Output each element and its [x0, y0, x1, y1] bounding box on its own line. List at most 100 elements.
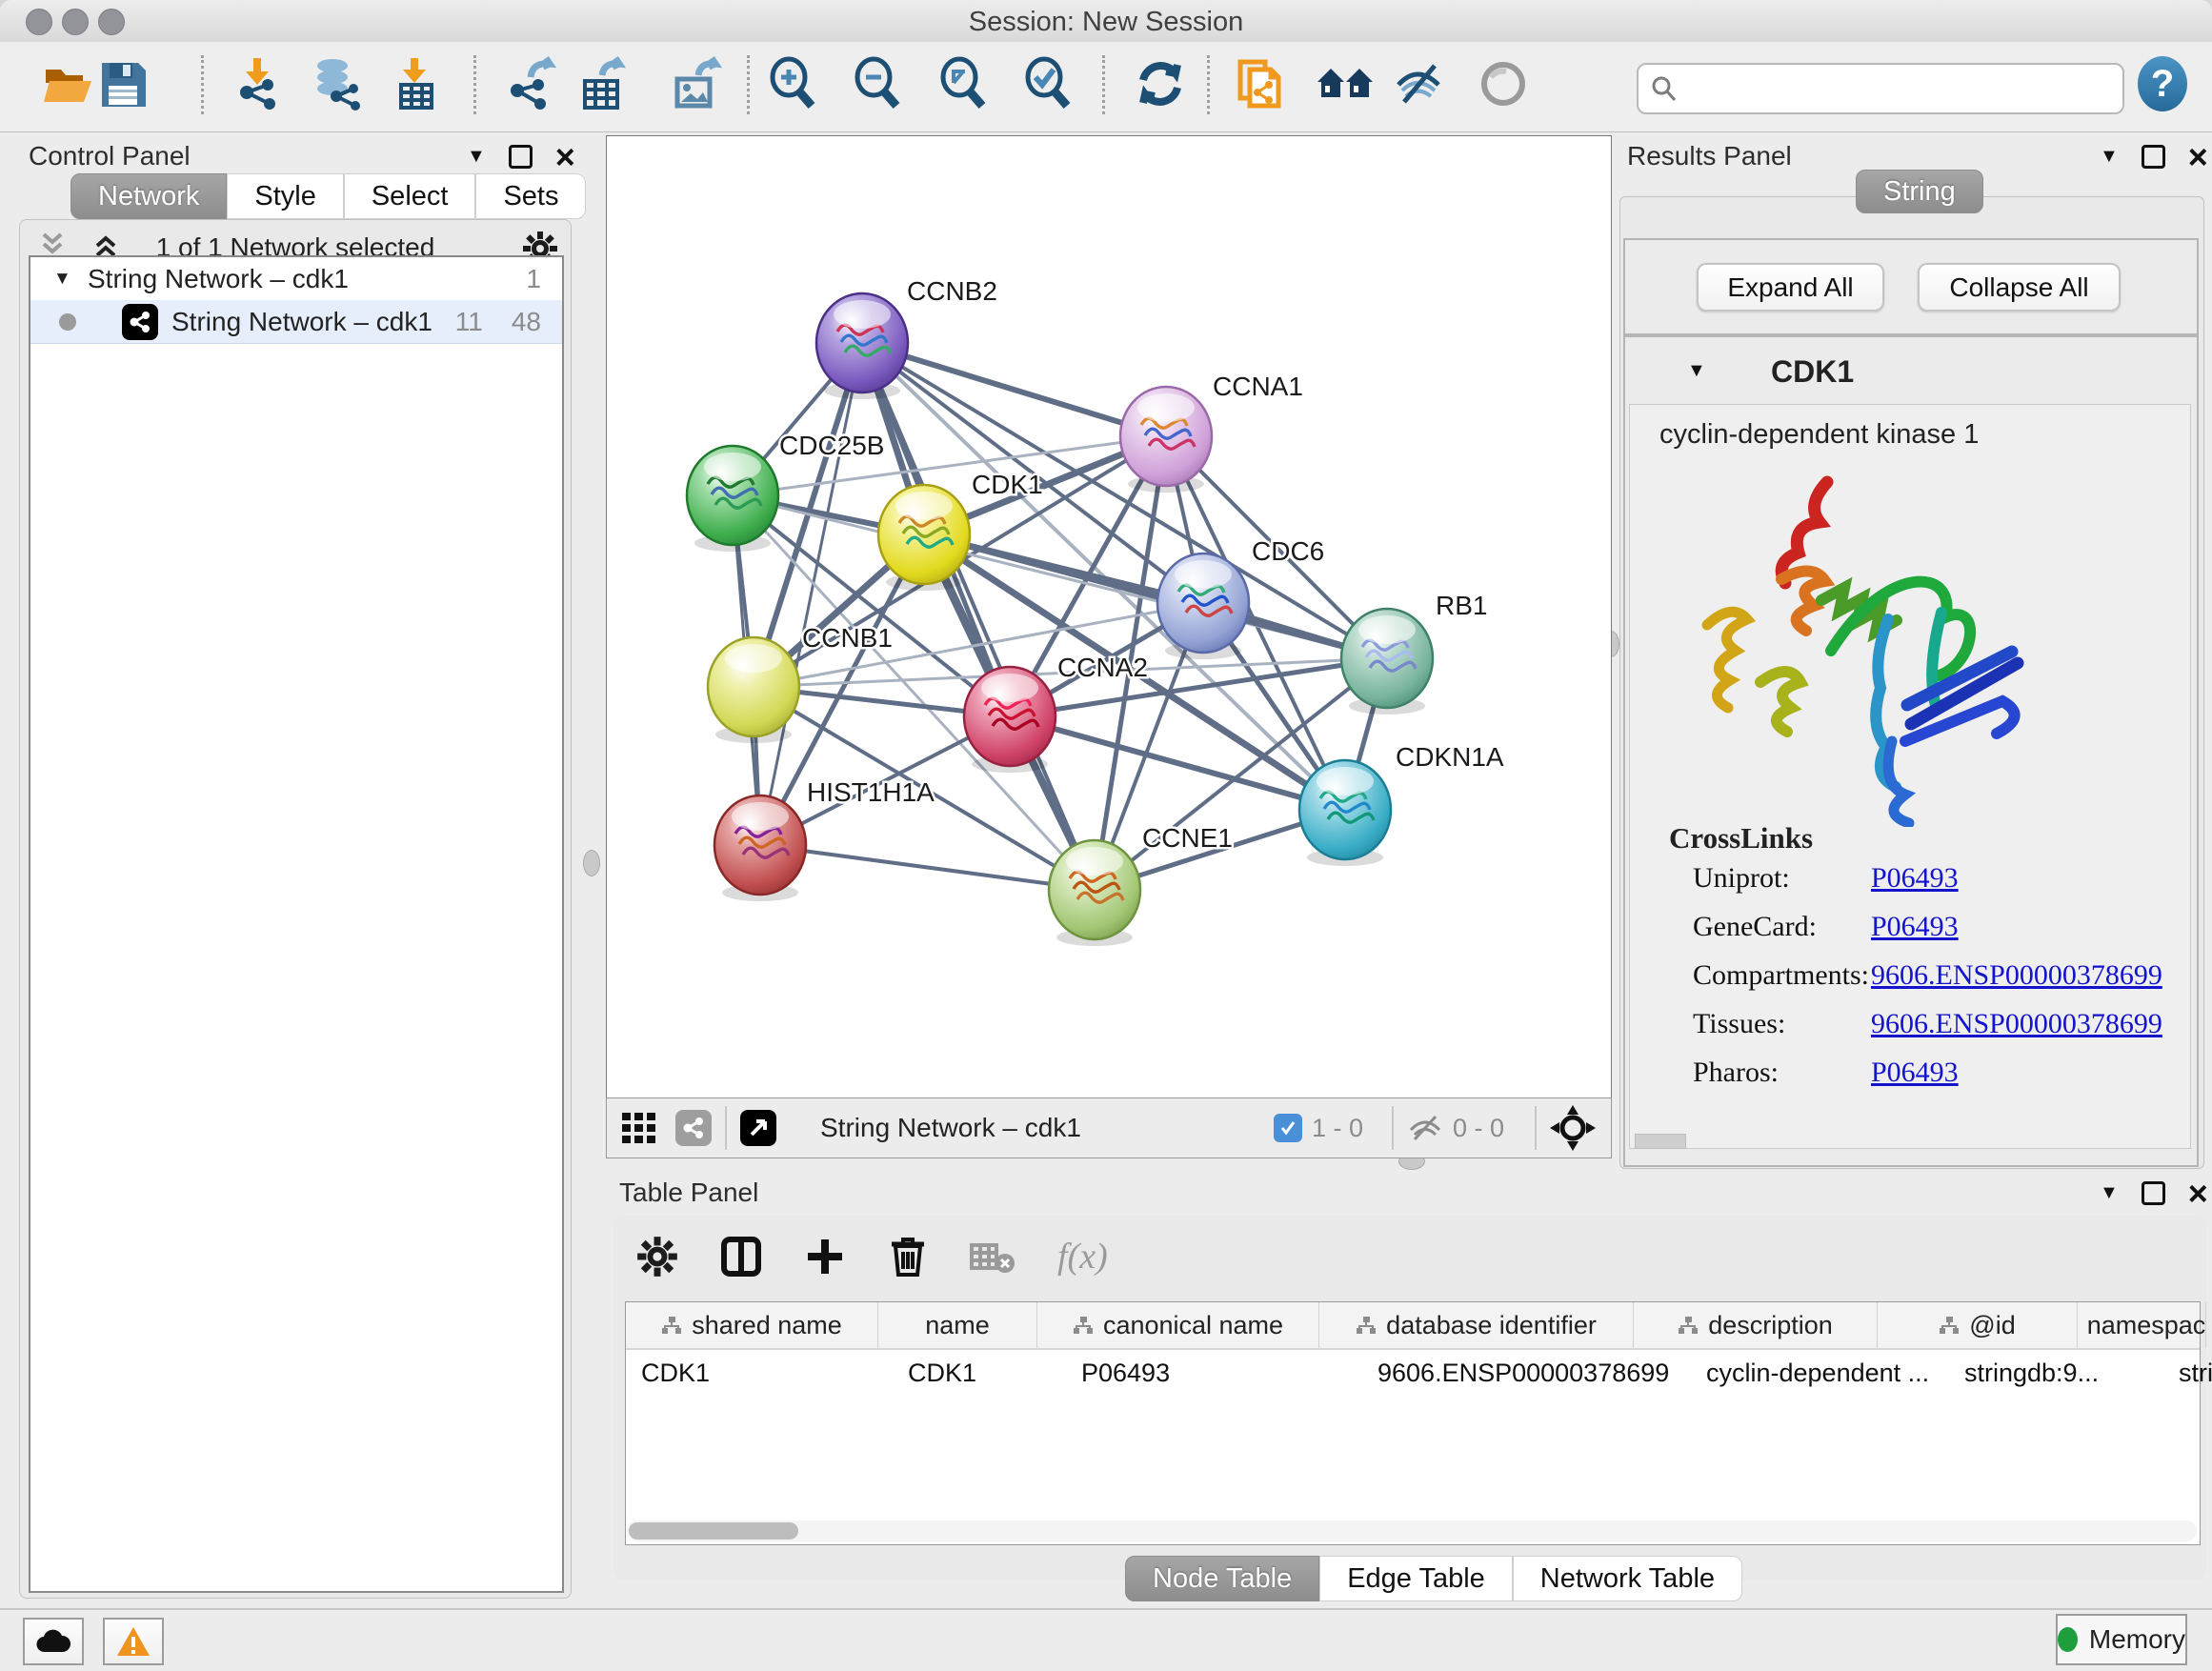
collapse-panel-icon[interactable]: ▼	[2100, 1182, 2119, 1204]
tab-style[interactable]: Style	[227, 173, 343, 219]
column-header-namespac[interactable]: namespac	[2078, 1302, 2206, 1348]
open-folder-icon	[40, 56, 95, 111]
close-panel-icon[interactable]: ×	[555, 148, 575, 167]
grid-view-icon[interactable]	[620, 1109, 658, 1147]
column-header-label: namespac	[2087, 1311, 2206, 1340]
detach-view-icon[interactable]	[740, 1110, 776, 1146]
export-image-icon	[670, 56, 725, 111]
export-table-button[interactable]	[573, 53, 633, 114]
network-collection-row[interactable]: ▼ String Network – cdk1 1	[30, 257, 562, 300]
left-splitter-handle[interactable]	[583, 850, 600, 876]
export-image-button[interactable]	[667, 53, 728, 114]
selected-checkbox-icon[interactable]	[1274, 1114, 1302, 1142]
table-cell[interactable]: stringdb	[2163, 1350, 2212, 1396]
tab-select[interactable]: Select	[344, 173, 476, 219]
table-panel-tabs: Node TableEdge TableNetwork Table	[1125, 1556, 1742, 1601]
collapse-panel-icon[interactable]: ▼	[467, 146, 486, 168]
create-column-plus-icon[interactable]	[804, 1236, 846, 1278]
node-CDKN1A[interactable]: CDKN1A	[1299, 742, 1504, 866]
column-header-name[interactable]: name	[878, 1302, 1037, 1348]
edge-E1-H1[interactable]	[760, 845, 1095, 890]
gene-section-collapse-icon[interactable]: ▼	[1687, 360, 1706, 382]
collapse-panel-icon[interactable]: ▼	[2100, 146, 2119, 168]
close-panel-icon[interactable]: ×	[2188, 148, 2208, 167]
network-view-type-icon[interactable]	[675, 1110, 712, 1146]
cloud-status-button[interactable]	[23, 1618, 84, 1665]
eye-slash-icon	[1391, 56, 1446, 111]
float-panel-icon[interactable]	[2142, 145, 2165, 169]
warnings-button[interactable]	[103, 1618, 164, 1665]
network-canvas[interactable]: CCNB2CCNA1CDC25BCDK1CDC6RB1CCNB1CCNA2CDK…	[606, 135, 1612, 1098]
zoom-selected-button[interactable]	[1018, 53, 1079, 114]
import-network-from-database-button[interactable]	[305, 53, 366, 114]
tab-network-table[interactable]: Network Table	[1513, 1556, 1742, 1601]
table-scrollbar-thumb[interactable]	[629, 1522, 798, 1540]
search-input[interactable]	[1679, 73, 2092, 105]
collection-count: 1	[526, 264, 541, 294]
expand-all-button[interactable]: Expand All	[1697, 263, 1884, 312]
delete-table-icon	[970, 1238, 1016, 1276]
save-session-button[interactable]	[92, 53, 153, 114]
show-columns-icon[interactable]	[720, 1236, 762, 1278]
node-CCNB2[interactable]: CCNB2	[816, 276, 997, 399]
node-RB1[interactable]: RB1	[1341, 591, 1487, 715]
clone-network-button[interactable]	[1230, 53, 1291, 114]
zoom-in-button[interactable]	[763, 53, 824, 114]
crosslink-link[interactable]: 9606.ENSP00000378699	[1871, 959, 2162, 992]
hide-panel-button[interactable]	[1388, 53, 1449, 114]
tab-sets[interactable]: Sets	[475, 173, 586, 219]
table-cell[interactable]: CDK1	[893, 1350, 1066, 1396]
close-panel-icon[interactable]: ×	[2188, 1184, 2208, 1203]
edge-B2-E1[interactable]	[862, 343, 1095, 890]
column-header-database-identifier[interactable]: database identifier	[1319, 1302, 1634, 1348]
table-cell[interactable]: stringdb:9...	[1949, 1350, 2163, 1396]
birds-eye-view-icon[interactable]	[1550, 1105, 1596, 1151]
table-cell[interactable]: cyclin-dependent ...	[1691, 1350, 1949, 1396]
table-row[interactable]: CDK1CDK1P064939606.ENSP00000378699cyclin…	[626, 1350, 2200, 1396]
memory-button[interactable]: Memory	[2056, 1614, 2187, 1665]
zoom-fit-button[interactable]	[934, 53, 995, 114]
import-network-button[interactable]	[227, 53, 288, 114]
float-panel-icon[interactable]	[2142, 1181, 2165, 1205]
window-title: Session: New Session	[0, 7, 2212, 38]
float-panel-icon[interactable]	[509, 145, 533, 169]
tab-network[interactable]: Network	[70, 173, 227, 219]
table-horizontal-scrollbar[interactable]	[627, 1520, 2197, 1541]
node-CDC25B[interactable]: CDC25B	[687, 431, 884, 552]
show-hide-toggle-button[interactable]	[1473, 53, 1534, 114]
tree-expand-arrow-icon[interactable]: ▼	[53, 269, 78, 290]
node-HIST1H1A[interactable]: HIST1H1A	[714, 777, 935, 901]
open-session-button[interactable]	[37, 53, 98, 114]
tab-edge-table[interactable]: Edge Table	[1319, 1556, 1513, 1601]
collapse-all-button[interactable]: Collapse All	[1918, 263, 2121, 312]
column-header-canonical-name[interactable]: canonical name	[1037, 1302, 1319, 1348]
tab-string[interactable]: String	[1856, 170, 1983, 213]
column-header--id[interactable]: @id	[1878, 1302, 2078, 1348]
node-table[interactable]: shared namenamecanonical namedatabase id…	[625, 1301, 2201, 1545]
node-CDC6[interactable]: CDC6	[1157, 536, 1324, 659]
edge-B2-H1[interactable]	[760, 343, 862, 845]
table-cell[interactable]: 9606.ENSP00000378699	[1362, 1350, 1691, 1396]
crosslink-link[interactable]: P06493	[1871, 1057, 1959, 1089]
node-CCNE1[interactable]: CCNE1	[1049, 823, 1233, 946]
node-CCNA1[interactable]: CCNA1	[1120, 372, 1303, 493]
zoom-out-button[interactable]	[848, 53, 909, 114]
tab-node-table[interactable]: Node Table	[1125, 1556, 1319, 1601]
crosslink-link[interactable]: 9606.ENSP00000378699	[1871, 1008, 2162, 1040]
delete-column-trash-icon[interactable]	[888, 1235, 928, 1278]
column-header-description[interactable]: description	[1634, 1302, 1878, 1348]
help-button[interactable]: ?	[2132, 53, 2193, 114]
crosslink-link[interactable]: P06493	[1871, 862, 1959, 895]
export-network-button[interactable]	[499, 53, 560, 114]
show-home-panel-button[interactable]	[1315, 53, 1376, 114]
column-header-shared-name[interactable]: shared name	[626, 1302, 878, 1348]
table-cell[interactable]: CDK1	[626, 1350, 893, 1396]
search-field[interactable]	[1637, 63, 2124, 114]
table-options-gear-icon[interactable]	[636, 1236, 678, 1278]
apply-layout-button[interactable]	[1130, 53, 1191, 114]
results-scrollbar-corner[interactable]	[1635, 1134, 1686, 1149]
import-table-button[interactable]	[385, 53, 446, 114]
table-cell[interactable]: P06493	[1066, 1350, 1362, 1396]
network-row-selected[interactable]: String Network – cdk1 11 48	[30, 300, 562, 344]
crosslink-link[interactable]: P06493	[1871, 911, 1959, 943]
